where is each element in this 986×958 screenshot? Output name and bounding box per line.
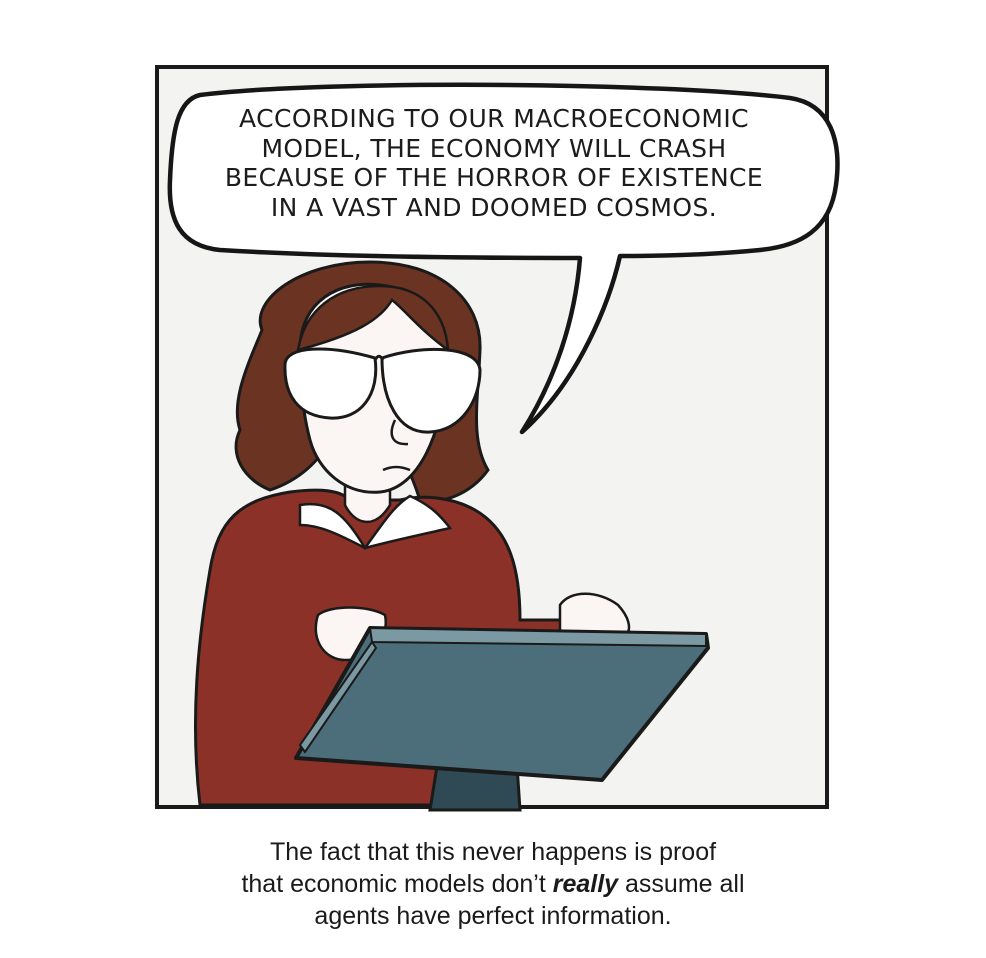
bubble-line: MODEL, THE ECONOMY WILL CRASH — [261, 133, 727, 163]
bubble-line: BECAUSE OF THE HORROR OF EXISTENCE — [224, 163, 764, 192]
bubble-line: IN A VAST AND DOOMED COSMOS. — [270, 192, 718, 222]
caption-emphasis: really — [552, 870, 619, 898]
caption-line-1: The fact that this never happens is proo… — [269, 838, 717, 866]
caption-line-2: that economic models don’t really assume… — [150, 868, 836, 900]
bubble-line: ACCORDING TO OUR MACROECONOMIC — [239, 104, 749, 133]
caption-line-3: agents have perfect information. — [314, 902, 672, 930]
caption-line-2-start: that economic models don’t — [241, 870, 553, 898]
speech-bubble-text: ACCORDING TO OUR MACROECONOMIC MODEL, TH… — [178, 104, 810, 222]
comic-caption: The fact that this never happens is proo… — [150, 836, 836, 932]
caption-line-2-end: assume all — [618, 870, 745, 898]
